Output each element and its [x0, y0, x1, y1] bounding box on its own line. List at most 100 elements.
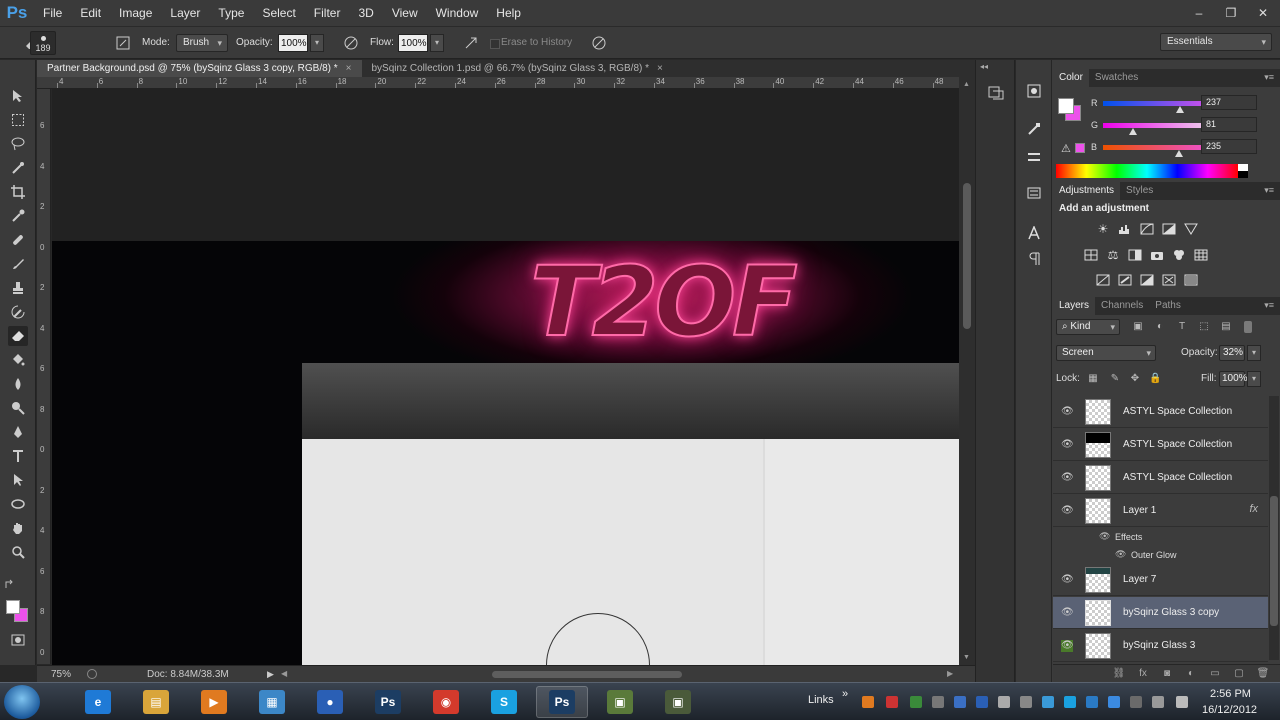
ellipse-tool-icon[interactable] — [8, 494, 28, 514]
network-icon[interactable] — [1176, 696, 1188, 708]
effects-row[interactable]: 👁 Effects — [1053, 528, 1268, 546]
filter-toggle-icon[interactable] — [1244, 321, 1252, 333]
restore-button[interactable]: ❐ — [1224, 7, 1238, 19]
tray-app-icon[interactable] — [910, 696, 922, 708]
outer-glow-row[interactable]: 👁 Outer Glow — [1053, 546, 1268, 564]
scroll-right-icon[interactable]: ▶ — [947, 669, 953, 678]
scroll-left-icon[interactable]: ◀ — [281, 669, 287, 678]
lock-transparent-icon[interactable]: ▦ — [1087, 373, 1099, 385]
tab-swatches[interactable]: Swatches — [1089, 69, 1144, 87]
dock-expand-icon[interactable]: ◂◂ — [980, 62, 988, 71]
scroll-down-icon[interactable]: ▼ — [963, 654, 970, 661]
effects-eye-icon[interactable]: 👁 — [1099, 531, 1110, 542]
visibility-eye-icon[interactable]: 👁 — [1061, 607, 1074, 619]
tab-color[interactable]: Color — [1053, 69, 1089, 87]
menu-file[interactable]: File — [34, 0, 71, 26]
fill-dropdown[interactable]: ▾ — [1247, 371, 1261, 387]
lock-all-icon[interactable]: 🔒 — [1149, 373, 1161, 385]
pressure-opacity-icon[interactable] — [340, 32, 362, 54]
vibrance-icon[interactable] — [1183, 222, 1199, 236]
flow-field[interactable]: 100% — [398, 34, 428, 52]
taskbar-minecraft-2[interactable]: ▣ — [652, 686, 704, 718]
layers-scrollbar[interactable] — [1269, 396, 1279, 660]
color-panel-foreground[interactable] — [1058, 98, 1074, 114]
opacity-dropdown[interactable]: ▾ — [310, 34, 324, 52]
color-balance-icon[interactable]: ⚖ — [1105, 248, 1121, 262]
new-layer-icon[interactable]: ▢ — [1232, 668, 1246, 680]
scroll-up-icon[interactable]: ▲ — [963, 81, 970, 88]
layer-opacity-field[interactable]: 32% — [1219, 345, 1245, 361]
selective-color-icon[interactable] — [1161, 273, 1177, 287]
history-brush-tool-icon[interactable] — [8, 302, 28, 322]
taskbar-chrome[interactable]: ◉ — [420, 686, 472, 718]
marquee-tool-icon[interactable] — [8, 110, 28, 130]
erase-history-checkbox[interactable] — [490, 39, 500, 49]
path-selection-tool-icon[interactable] — [8, 470, 28, 490]
add-style-icon[interactable]: fx — [1136, 668, 1150, 680]
tray-app-icon[interactable] — [976, 696, 988, 708]
gradient-map-icon[interactable] — [1183, 273, 1199, 287]
link-layers-icon[interactable]: ⛓ — [1112, 668, 1126, 680]
tab-paths[interactable]: Paths — [1149, 297, 1187, 315]
red-slider-thumb[interactable] — [1176, 106, 1184, 113]
workspace-select[interactable]: Essentials — [1160, 33, 1272, 51]
channel-mixer-icon[interactable] — [1171, 248, 1187, 262]
panel-menu-icon[interactable]: ▾≡ — [1264, 72, 1274, 83]
gamut-swatch[interactable] — [1075, 143, 1085, 153]
tray-app-icon[interactable] — [1130, 696, 1142, 708]
foreground-color-swatch[interactable] — [6, 600, 20, 614]
tab-adjustments[interactable]: Adjustments — [1053, 182, 1121, 200]
taskbar-globe-app[interactable]: ● — [304, 686, 356, 718]
color-lookup-icon[interactable] — [1193, 248, 1209, 262]
clock-date[interactable]: 16/12/2012 — [1202, 704, 1257, 716]
taskbar-skype[interactable]: S — [478, 686, 530, 718]
layer-kind-filter[interactable]: ⌕ Kind ▾ — [1056, 319, 1120, 335]
tray-app-icon[interactable] — [886, 696, 898, 708]
visibility-eye-icon[interactable]: 👁 — [1061, 574, 1074, 586]
layer-row[interactable]: 👁 ASTYL Space Collection — [1053, 429, 1268, 461]
quick-mask-icon[interactable] — [8, 630, 28, 650]
invert-icon[interactable] — [1095, 273, 1111, 287]
tray-app-icon[interactable] — [1020, 696, 1032, 708]
layer-row-selected[interactable]: 👁 bySqinz Glass 3 copy — [1053, 597, 1268, 629]
document-tab-partner-background[interactable]: Partner Background.psd @ 75% (bySqinz Gl… — [37, 60, 362, 77]
vertical-scrollbar[interactable]: ▲ ▼ — [959, 77, 975, 665]
green-slider-thumb[interactable] — [1129, 128, 1137, 135]
blend-mode-select[interactable]: Screen ▾ — [1056, 345, 1156, 361]
visibility-eye-icon[interactable]: 👁 — [1061, 406, 1074, 418]
lock-position-icon[interactable]: ✥ — [1129, 373, 1141, 385]
menu-window[interactable]: Window — [427, 0, 488, 26]
start-button[interactable] — [4, 685, 40, 719]
info-panel-icon[interactable] — [1024, 82, 1044, 100]
links-chevron-icon[interactable]: » — [842, 688, 848, 700]
black-white-icon[interactable] — [1127, 248, 1143, 262]
taskbar-file-explorer[interactable]: ▤ — [130, 686, 182, 718]
red-value[interactable]: 237 — [1201, 95, 1257, 110]
type-tool-icon[interactable] — [8, 446, 28, 466]
taskbar-control-panel[interactable]: ▦ — [246, 686, 298, 718]
clone-source-icon[interactable] — [1024, 184, 1044, 202]
menu-type[interactable]: Type — [209, 0, 253, 26]
airbrush-icon[interactable] — [460, 32, 482, 54]
lock-image-icon[interactable]: ✎ — [1109, 373, 1121, 385]
tray-app-icon[interactable] — [1152, 696, 1164, 708]
lasso-tool-icon[interactable] — [8, 134, 28, 154]
history-panel-icon[interactable] — [986, 84, 1006, 102]
character-panel-icon[interactable] — [1024, 224, 1044, 242]
menu-select[interactable]: Select — [253, 0, 304, 26]
taskbar-media-player[interactable]: ▶ — [188, 686, 240, 718]
color-spectrum-bar[interactable] — [1056, 164, 1238, 178]
minimize-button[interactable]: – — [1192, 7, 1206, 19]
layers-scroll-thumb[interactable] — [1270, 496, 1278, 626]
menu-filter[interactable]: Filter — [305, 0, 350, 26]
status-info-icon[interactable] — [87, 669, 97, 679]
quick-select-tool-icon[interactable] — [8, 158, 28, 178]
panel-menu-icon[interactable]: ▾≡ — [1264, 300, 1274, 311]
menu-edit[interactable]: Edit — [71, 0, 110, 26]
brush-tool-icon[interactable] — [8, 254, 28, 274]
menu-view[interactable]: View — [383, 0, 427, 26]
eraser-tool-icon[interactable] — [8, 326, 28, 346]
opacity-field[interactable]: 100% — [278, 34, 308, 52]
blue-value[interactable]: 235 — [1201, 139, 1257, 154]
tray-app-icon[interactable] — [954, 696, 966, 708]
